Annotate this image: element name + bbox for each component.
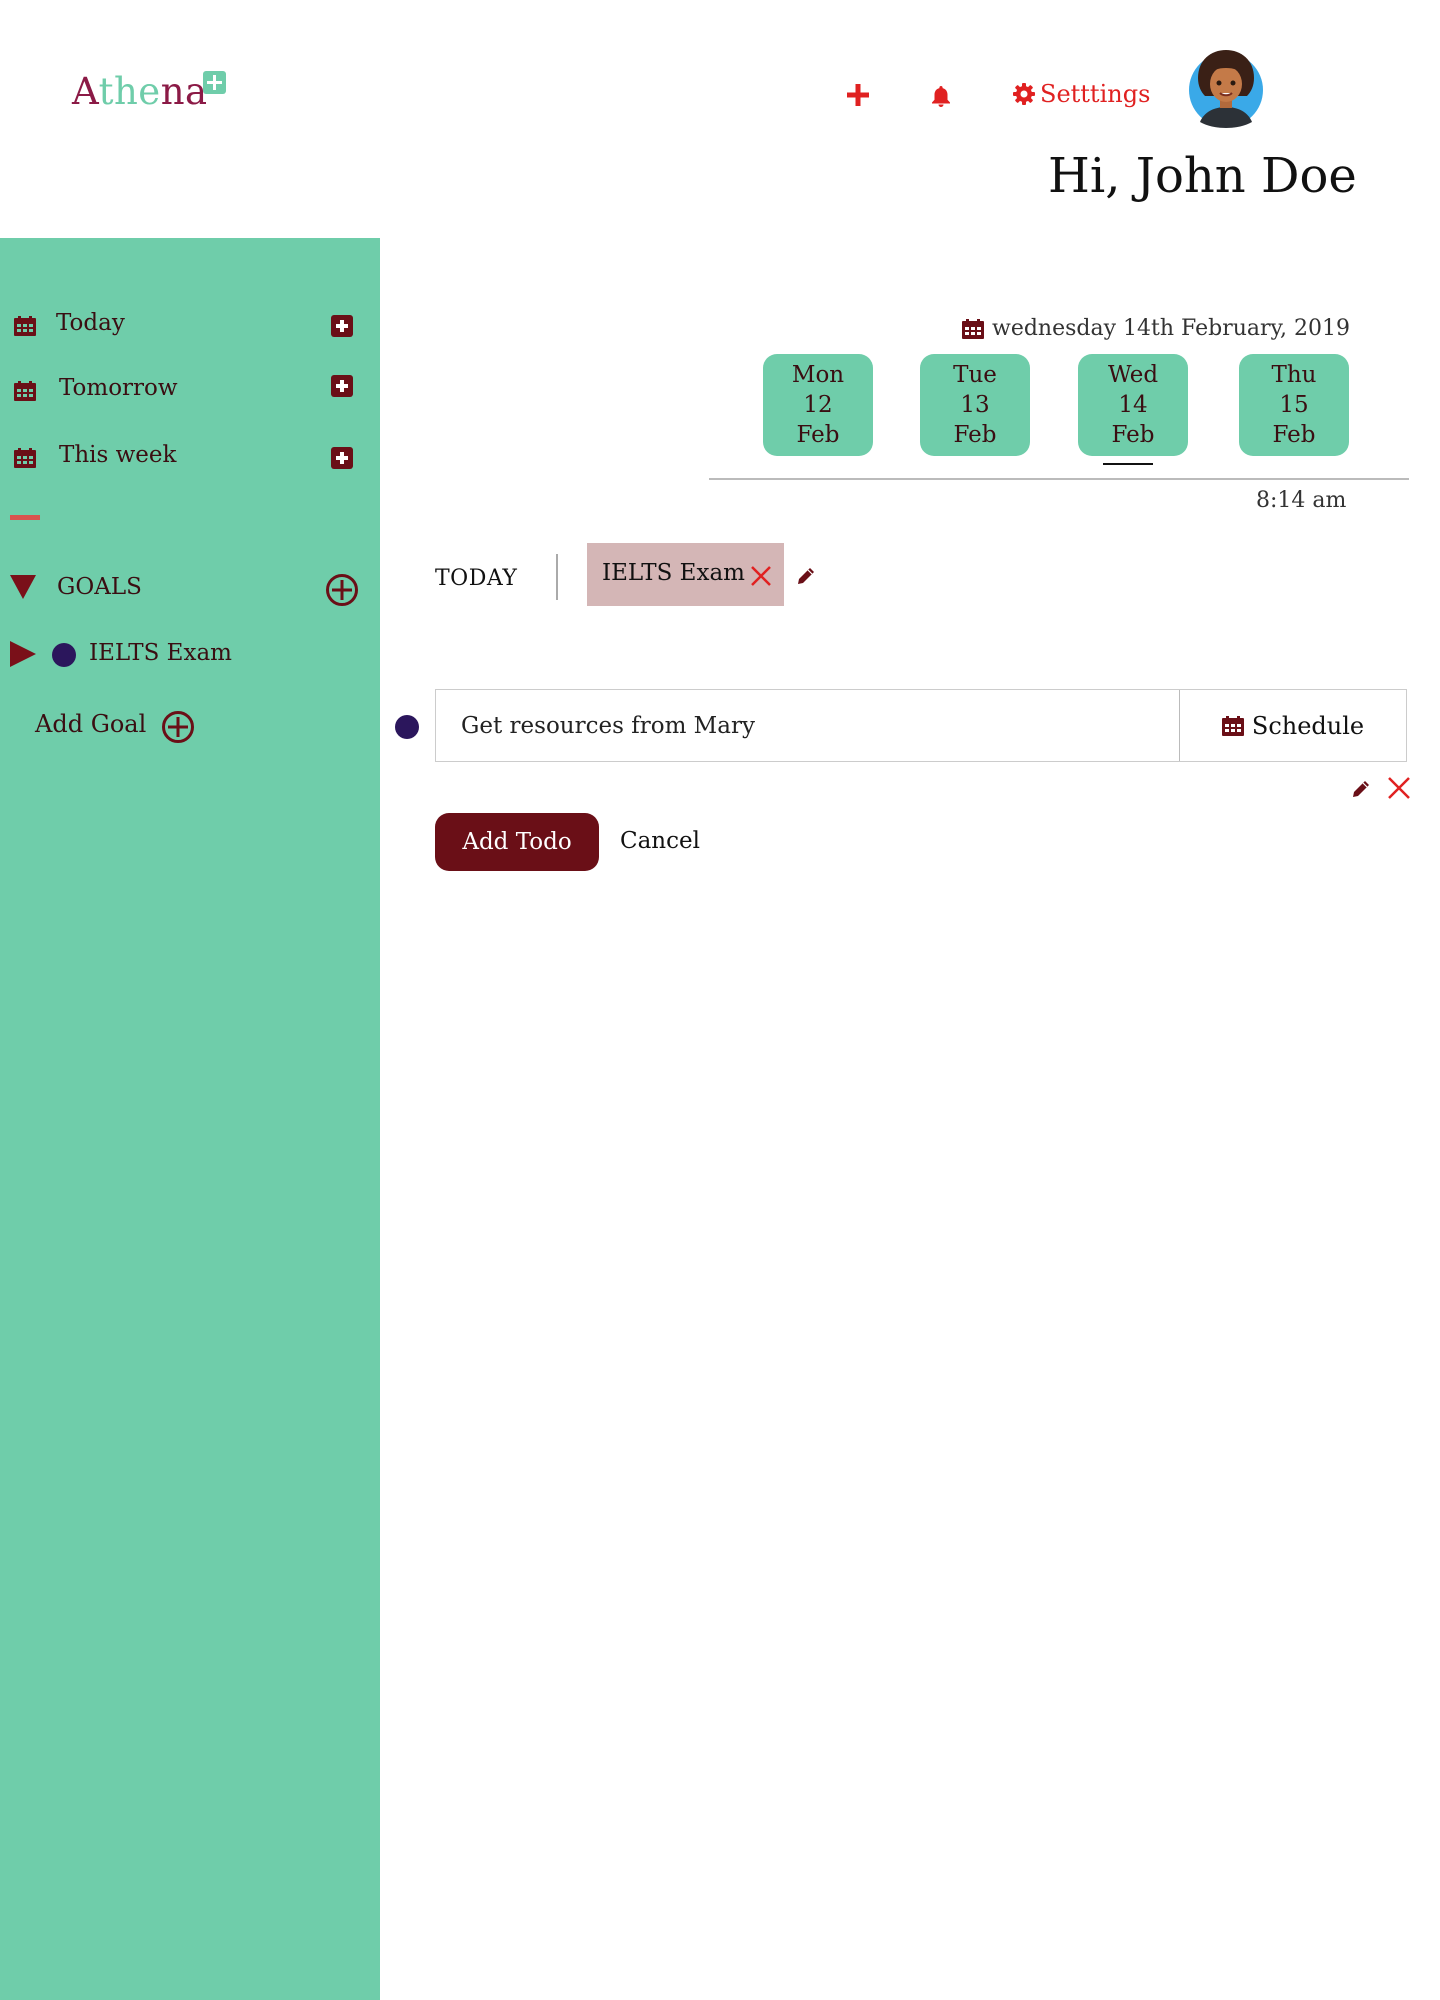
current-date-text: wednesday 14th February, 2019	[992, 316, 1350, 341]
goal-tag[interactable]: IELTS Exam	[587, 543, 784, 606]
sidebar-item-label: This week	[59, 442, 177, 468]
collapse-divider[interactable]	[10, 515, 40, 520]
logo-text-part: A	[72, 70, 99, 113]
goal-tag-label: IELTS Exam	[602, 560, 745, 586]
pencil-icon[interactable]	[795, 565, 817, 587]
goal-color-dot	[52, 643, 76, 667]
day-number: 14	[1118, 392, 1148, 418]
day-month: Feb	[1272, 422, 1316, 448]
day-of-week: Mon	[791, 362, 845, 388]
pencil-icon[interactable]	[1350, 778, 1372, 800]
calendar-icon	[962, 318, 984, 339]
logo-text-part: na	[160, 70, 208, 113]
add-goal-label[interactable]: Add Goal	[35, 710, 146, 738]
sidebar	[0, 238, 380, 2000]
goal-item-ielts-exam[interactable]: IELTS Exam	[89, 640, 232, 666]
plus-icon[interactable]	[846, 83, 870, 107]
greeting-heading: Hi, John Doe	[1048, 148, 1357, 204]
cancel-button[interactable]: Cancel	[620, 828, 700, 854]
day-pill-wed[interactable]: Wed 14 Feb	[1078, 354, 1188, 456]
selected-day-indicator	[1103, 463, 1153, 465]
logo-text-part: the	[98, 70, 161, 113]
settings-label: Setttings	[1040, 80, 1151, 108]
add-task-icon[interactable]	[331, 447, 353, 469]
current-date: wednesday 14th February, 2019	[962, 316, 1350, 341]
day-number: 15	[1279, 392, 1309, 418]
schedule-button[interactable]: Schedule	[1180, 690, 1406, 761]
sidebar-item-label: Tomorrow	[59, 375, 178, 401]
todo-color-dot	[395, 715, 419, 739]
sidebar-item-this-week[interactable]: This week	[0, 438, 380, 478]
current-time: 8:14 am	[1256, 488, 1347, 513]
close-icon[interactable]	[750, 565, 772, 587]
today-label: TODAY	[435, 566, 518, 591]
day-of-week: Thu	[1271, 362, 1317, 388]
add-task-icon[interactable]	[331, 315, 353, 337]
todo-entry-row: Schedule	[435, 689, 1407, 762]
expand-triangle-icon[interactable]	[10, 641, 36, 667]
day-of-week: Wed	[1107, 362, 1159, 388]
goals-heading: GOALS	[57, 574, 142, 600]
calendar-icon	[14, 448, 36, 468]
add-goal-icon[interactable]	[161, 710, 195, 744]
avatar[interactable]	[1188, 48, 1264, 128]
close-icon[interactable]	[1387, 776, 1411, 800]
sidebar-item-tomorrow[interactable]: Tomorrow	[0, 371, 380, 411]
divider	[709, 478, 1409, 480]
calendar-icon	[1221, 715, 1244, 736]
collapse-triangle-icon[interactable]	[10, 575, 36, 599]
todo-input[interactable]	[436, 690, 1178, 761]
day-number: 12	[803, 392, 833, 418]
calendar-icon	[14, 381, 36, 401]
day-of-week: Tue	[953, 362, 997, 388]
add-goal-circle-icon[interactable]	[325, 573, 359, 607]
schedule-label: Schedule	[1251, 711, 1365, 740]
day-pill-mon[interactable]: Mon 12 Feb	[763, 354, 873, 456]
logo-plus-icon	[203, 71, 226, 94]
day-month: Feb	[1111, 422, 1155, 448]
settings-button[interactable]: Setttings	[1012, 80, 1150, 108]
day-pill-tue[interactable]: Tue 13 Feb	[920, 354, 1030, 456]
day-month: Feb	[796, 422, 840, 448]
app-logo[interactable]: Athena	[72, 70, 208, 113]
divider	[556, 554, 558, 600]
day-pill-thu[interactable]: Thu 15 Feb	[1239, 354, 1349, 456]
calendar-icon	[14, 316, 36, 336]
sidebar-item-label: Today	[56, 310, 125, 336]
day-month: Feb	[953, 422, 997, 448]
sidebar-item-today[interactable]: Today	[0, 306, 380, 346]
day-number: 13	[960, 392, 990, 418]
bell-icon[interactable]	[929, 84, 953, 108]
add-todo-button[interactable]: Add Todo	[435, 813, 599, 871]
gear-icon	[1012, 82, 1036, 106]
add-task-icon[interactable]	[331, 375, 353, 397]
